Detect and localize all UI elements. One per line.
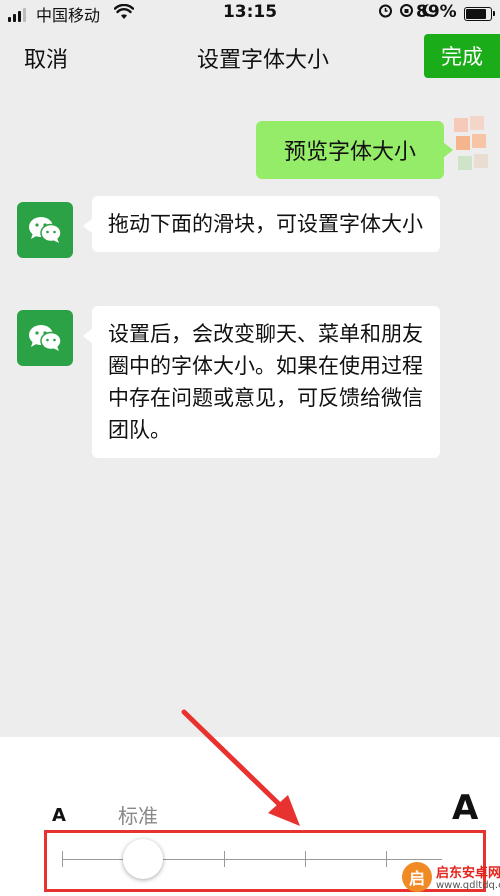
standard-size-label: 标准: [118, 804, 158, 828]
wechat-team-avatar: [17, 310, 73, 366]
message-bubble: 拖动下面的滑块，可设置字体大小: [83, 196, 440, 252]
orientation-lock-icon: [400, 4, 413, 17]
battery-percent: 89%: [416, 2, 457, 22]
wechat-logo-icon: [29, 325, 62, 351]
watermark: 启 启东安卓网 www.qdltdq.com: [400, 860, 500, 896]
done-button[interactable]: 完成: [424, 34, 500, 78]
watermark-url: www.qdltdq.com: [436, 880, 500, 891]
battery-icon: [464, 7, 495, 21]
alarm-icon: [379, 4, 392, 18]
status-bar: 中国移动 13:15 89%: [0, 0, 500, 26]
message-bubble: 设置后，会改变聊天、菜单和朋友圈中的字体大小。如果在使用过程中存在问题或意见，可…: [83, 306, 440, 458]
small-font-label: A: [52, 805, 66, 826]
watermark-title: 启东安卓网: [436, 866, 500, 881]
preview-message-bubble: 预览字体大小: [256, 121, 453, 179]
wechat-logo-icon: [29, 217, 62, 243]
watermark-logo-icon: 启: [402, 862, 432, 892]
wechat-team-avatar: [17, 202, 73, 258]
large-font-label: A: [452, 788, 479, 828]
user-avatar: [448, 112, 500, 188]
